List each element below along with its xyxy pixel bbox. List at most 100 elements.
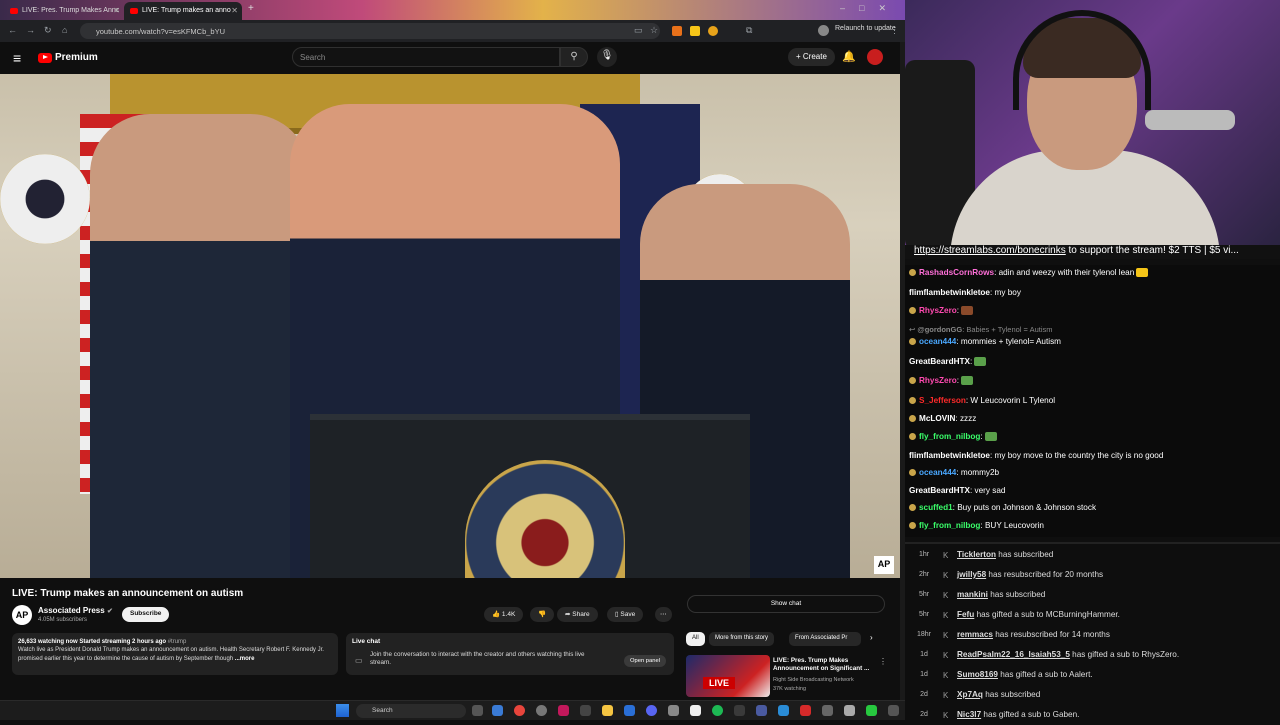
app-icon[interactable] (888, 705, 899, 716)
share-button[interactable]: ➦ Share (557, 607, 598, 622)
windows-start-icon[interactable] (336, 704, 349, 717)
home-icon[interactable]: ⌂ (62, 25, 67, 35)
app-icon[interactable] (756, 705, 767, 716)
discord-icon[interactable] (646, 705, 657, 716)
app-icon[interactable] (580, 705, 591, 716)
chat-username[interactable]: S_Jefferson (919, 396, 966, 405)
video-player[interactable] (0, 74, 900, 578)
app-icon[interactable] (690, 705, 701, 716)
hamburger-menu-icon[interactable]: ≡ (13, 50, 21, 66)
browser-tab-active[interactable]: LIVE: Trump makes an anno ✕ (124, 2, 242, 20)
create-button[interactable]: + Create (788, 48, 835, 66)
chat-username[interactable]: ocean444 (919, 337, 956, 346)
chat-username[interactable]: fly_from_nilbog (919, 521, 980, 530)
event-username[interactable]: mankini (957, 590, 988, 599)
new-tab-icon[interactable]: + (248, 3, 254, 14)
chat-username[interactable]: scuffed1 (919, 503, 953, 512)
chevron-right-icon[interactable]: › (870, 633, 873, 642)
chat-username[interactable]: GreatBeardHTX (909, 486, 970, 495)
url-field[interactable]: youtube.com/watch?v=esKFMCb_bYU (80, 23, 660, 39)
chat-badge-icon (909, 433, 916, 441)
app-icon[interactable] (734, 705, 745, 716)
close-icon[interactable]: ✕ (231, 6, 238, 15)
more-vertical-icon[interactable]: ⋮ (879, 657, 887, 666)
dislike-button[interactable]: 👎 (530, 607, 555, 622)
channel-name[interactable]: Associated Press ✔ (38, 606, 113, 615)
bookmark-star-icon[interactable]: ☆ (650, 25, 658, 36)
app-icon[interactable] (844, 705, 855, 716)
more-actions-button[interactable]: ⋯ (655, 607, 672, 622)
ticker-link[interactable]: https://streamlabs.com/bonecrinks (914, 245, 1066, 256)
search-input[interactable]: Search (292, 47, 560, 67)
browser-menu-icon[interactable]: ⋮ (890, 25, 899, 36)
back-icon[interactable]: ← (8, 25, 17, 35)
task-view-icon[interactable] (472, 705, 483, 716)
open-panel-button[interactable]: Open panel (624, 655, 666, 667)
event-username[interactable]: Xp7Aq (957, 690, 983, 699)
chip-more-from-story[interactable]: More from this story (709, 632, 775, 646)
recommendation-channel[interactable]: Right Side Broadcasting Network (773, 677, 854, 683)
spotify-icon[interactable] (712, 705, 723, 716)
recommendation-thumbnail[interactable] (686, 655, 770, 697)
chat-username[interactable]: GreatBeardHTX (909, 357, 970, 366)
chat-username[interactable]: ocean444 (919, 468, 956, 477)
hashtag[interactable]: #trump (168, 639, 187, 645)
app-icon[interactable] (822, 705, 833, 716)
show-chat-button[interactable]: Show chat (687, 595, 885, 613)
chat-username[interactable]: RhysZero (919, 306, 957, 315)
notifications-bell-icon[interactable]: 🔔 (842, 50, 856, 63)
edge-icon[interactable] (492, 705, 503, 716)
recommendation-title[interactable]: LIVE: Pres. Trump Makes Announcement on … (773, 657, 881, 673)
app-icon[interactable] (668, 705, 679, 716)
chat-username[interactable]: @gordonGG (917, 325, 962, 334)
chat-username[interactable]: flimflambetwinkletoe (909, 288, 990, 297)
event-username[interactable]: Sumo8169 (957, 670, 998, 679)
like-button[interactable]: 👍 1.4K (484, 607, 524, 622)
extension-icon[interactable] (708, 26, 718, 36)
app-icon[interactable] (866, 705, 877, 716)
relaunch-button[interactable]: Relaunch to update (835, 25, 896, 32)
chat-username[interactable]: fly_from_nilbog (919, 432, 980, 441)
reload-icon[interactable]: ↻ (44, 25, 52, 36)
extensions-puzzle-icon[interactable]: ⧉ (746, 25, 752, 36)
chip-from-associated-press[interactable]: From Associated Pr (789, 632, 861, 646)
close-icon[interactable]: ✕ (113, 6, 120, 15)
profile-avatar[interactable] (818, 25, 829, 36)
extension-icon[interactable] (690, 26, 700, 36)
app-icon[interactable] (558, 705, 569, 716)
file-explorer-icon[interactable] (602, 705, 613, 716)
event-username[interactable]: ReadPsalm22_16_Isaiah53_5 (957, 650, 1070, 659)
event-username[interactable]: jwilly58 (957, 570, 986, 579)
chat-username[interactable]: McLOVIN (919, 414, 955, 423)
event-username[interactable]: Nic3l7 (957, 710, 981, 719)
taskbar-search-input[interactable]: Search (356, 704, 466, 718)
channel-avatar[interactable]: AP (12, 605, 32, 625)
subscribe-button[interactable]: Subscribe (122, 607, 170, 622)
chat-text: : (956, 306, 960, 315)
forward-icon[interactable]: → (26, 25, 35, 35)
save-button[interactable]: ▯ Save (607, 607, 644, 622)
browser-tab[interactable]: LIVE: Pres. Trump Makes Annc ✕ (4, 2, 124, 20)
avatar[interactable] (867, 49, 883, 65)
chat-username[interactable]: flimflambetwinkletoe (909, 451, 990, 460)
event-username[interactable]: Fefu (957, 610, 974, 619)
chat-username[interactable]: RashadsCornRows (919, 268, 994, 277)
event-username[interactable]: Ticklerton (957, 550, 996, 559)
chat-username[interactable]: RhysZero (919, 376, 957, 385)
event-text: remmacs has resubscribed for 14 months (957, 630, 1110, 639)
chrome-icon[interactable] (514, 705, 525, 716)
show-more-link[interactable]: ...more (235, 656, 255, 662)
app-icon[interactable] (778, 705, 789, 716)
search-icon[interactable]: ⚲ (560, 47, 588, 67)
event-username[interactable]: remmacs (957, 630, 993, 639)
chip-all[interactable]: All (686, 632, 705, 646)
microphone-icon[interactable]: 🎙 (597, 47, 617, 67)
cast-icon[interactable]: ▭ (634, 25, 643, 36)
youtube-logo[interactable]: Premium (38, 52, 98, 63)
window-controls[interactable]: –□✕ (840, 3, 900, 14)
obs-icon[interactable] (536, 705, 547, 716)
description-box[interactable]: 26,633 watching now Started streaming 2 … (12, 633, 338, 675)
extension-icon[interactable] (672, 26, 682, 36)
app-icon[interactable] (800, 705, 811, 716)
steam-icon[interactable] (624, 705, 635, 716)
